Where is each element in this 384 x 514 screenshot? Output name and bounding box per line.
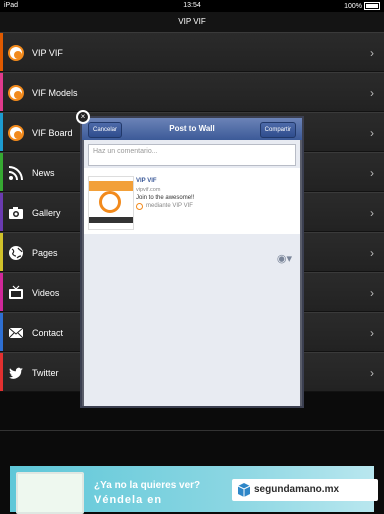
menu-label: News [32,168,55,178]
chevron-right-icon: › [370,326,374,340]
menu-item-vif-models[interactable]: VIF Models › [0,72,384,112]
clock: 13:54 [183,2,201,9]
chevron-right-icon: › [370,166,374,180]
page-title: VIP VIF [178,17,206,26]
menu-stripe [0,233,3,271]
preview-thumbnail [88,176,134,230]
divider [0,430,384,431]
privacy-globe-icon[interactable]: ◉▾ [277,252,292,265]
ad-banner[interactable]: ¿Ya no la quieres ver? Véndela en segund… [10,466,378,514]
menu-stripe [0,193,3,231]
ad-subline: Véndela en [94,494,163,506]
dialog-header: Cancelar Post to Wall Compartir [82,118,302,140]
twitter-icon [9,367,23,379]
menu-stripe [0,73,3,111]
chevron-right-icon: › [370,366,374,380]
chevron-right-icon: › [370,46,374,60]
preview-via: mediante VIP VIF [146,203,193,209]
battery-icon [364,2,380,10]
menu-stripe [0,273,3,311]
menu-label: Gallery [32,208,61,218]
menu-stripe [0,153,3,191]
battery-percent: 100% [344,2,362,10]
app-icon [136,203,143,210]
tv-icon [9,285,23,299]
chevron-right-icon: › [370,126,374,140]
chevron-right-icon: › [370,86,374,100]
menu-label: Videos [32,288,60,298]
box-icon [237,483,251,497]
monitor-image [16,472,84,514]
dialog-body: Haz un comentario... VIP VIF vipvif.com … [84,140,300,406]
battery-indicator: 100% [344,2,380,10]
vif-logo-icon [8,85,24,101]
nav-bar: VIP VIF [0,12,384,33]
status-bar: iPad 13:54 100% [0,0,384,12]
menu-label: Twitter [32,368,59,378]
menu-label: Pages [32,248,58,258]
menu-label: Contact [32,328,64,338]
menu-stripe [0,313,3,351]
mail-icon [8,327,24,339]
ad-headline: ¿Ya no la quieres ver? [94,480,201,491]
globe-icon [9,246,23,260]
menu-stripe [0,33,3,71]
ad-brand-text: segundamano.mx [254,484,340,495]
menu-label: VIF Models [32,88,78,98]
menu-label: VIF Board [32,128,73,138]
menu-stripe [0,113,3,151]
preview-description: Join to the awesome!! [136,195,195,201]
close-dialog-button[interactable]: × [76,110,90,124]
preview-title[interactable]: VIP VIF [136,178,157,184]
vif-logo-icon [8,45,24,61]
menu-item-vip-vif[interactable]: VIP VIF › [0,32,384,72]
camera-icon [9,207,23,219]
comment-input[interactable]: Haz un comentario... [88,144,296,166]
chevron-right-icon: › [370,246,374,260]
vif-logo-icon [8,125,24,141]
ad-brand-logo: segundamano.mx [232,479,378,501]
rss-icon [8,166,23,181]
menu-label: VIP VIF [32,48,63,58]
post-to-wall-dialog: Cancelar Post to Wall Compartir Haz un c… [80,116,304,408]
chevron-right-icon: › [370,206,374,220]
menu-stripe [0,353,3,391]
chevron-right-icon: › [370,286,374,300]
preview-link: vipvif.com [136,187,161,193]
link-preview: VIP VIF vipvif.com Join to the awesome!!… [84,168,300,234]
share-button[interactable]: Compartir [259,122,296,138]
